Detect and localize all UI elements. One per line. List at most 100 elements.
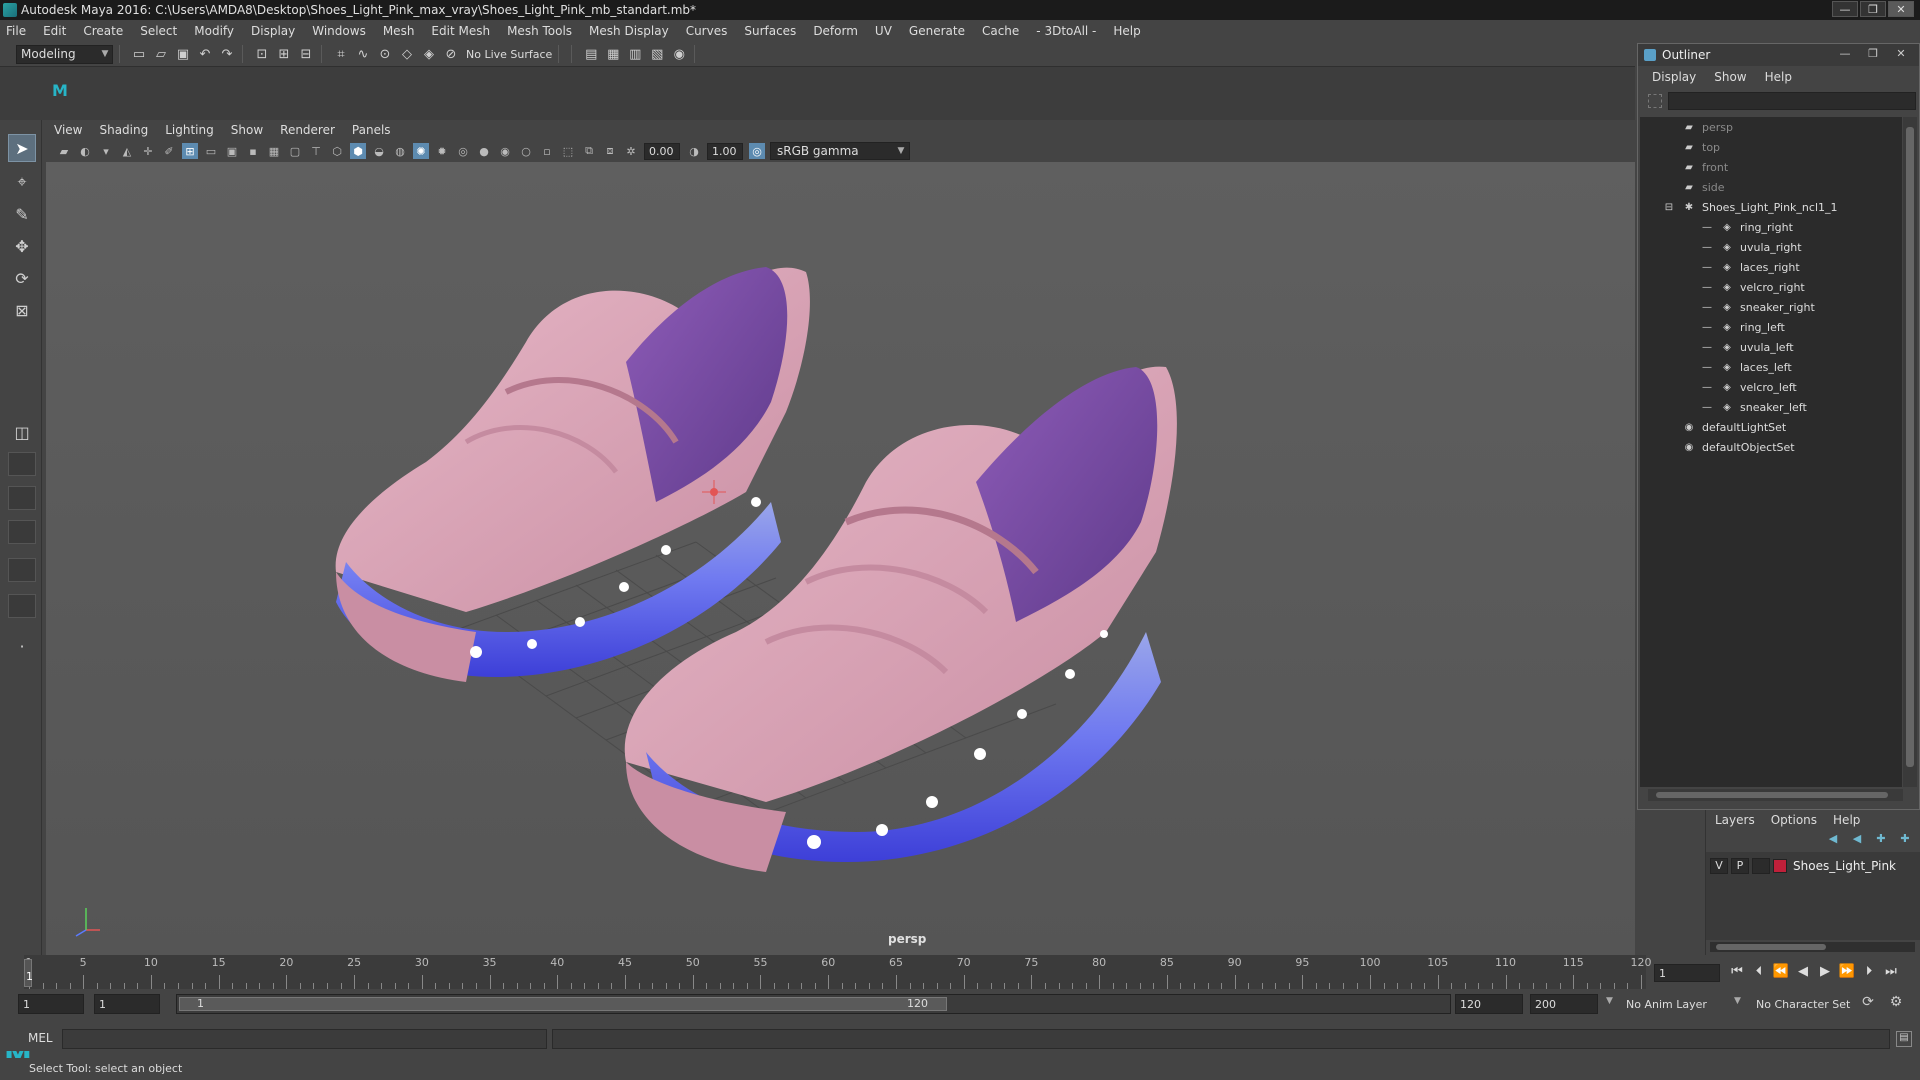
image-plane-icon[interactable]: ◭ bbox=[119, 143, 135, 159]
open-scene-icon[interactable]: ▱ bbox=[152, 45, 170, 63]
shadows-icon[interactable]: ✹ bbox=[434, 143, 450, 159]
panel-menu-renderer[interactable]: Renderer bbox=[280, 123, 335, 137]
playback-end-field[interactable]: 120 bbox=[1455, 994, 1523, 1014]
menu-deform[interactable]: Deform bbox=[813, 24, 858, 38]
menu-display[interactable]: Display bbox=[251, 24, 295, 38]
gate-mask-icon[interactable]: ▪ bbox=[245, 143, 261, 159]
grease-pencil-icon[interactable]: ✐ bbox=[161, 143, 177, 159]
move-tool-icon[interactable]: ✥ bbox=[8, 232, 36, 260]
step-forward-key-icon[interactable]: ⏩ bbox=[1836, 963, 1858, 981]
character-set-select[interactable]: No Character Set bbox=[1752, 994, 1862, 1014]
animation-preferences-icon[interactable]: ⚙ bbox=[1886, 994, 1906, 1014]
render-view-icon[interactable]: ▧ bbox=[648, 45, 666, 63]
hypershade-icon[interactable]: ◉ bbox=[670, 45, 688, 63]
menu-mesh-tools[interactable]: Mesh Tools bbox=[507, 24, 572, 38]
scrollbar-thumb[interactable] bbox=[1656, 792, 1888, 798]
animation-end-field[interactable]: 200 bbox=[1530, 994, 1598, 1014]
panel-menu-lighting[interactable]: Lighting bbox=[165, 123, 214, 137]
grid-icon[interactable]: ⊞ bbox=[182, 143, 198, 159]
outliner-item[interactable]: — ◈ uvula_left bbox=[1700, 337, 1794, 357]
menu-uv[interactable]: UV bbox=[875, 24, 892, 38]
outliner-item[interactable]: ▰ persp bbox=[1682, 117, 1733, 137]
outliner-item[interactable]: ▰ top bbox=[1682, 137, 1720, 157]
menu-help[interactable]: Help bbox=[1113, 24, 1140, 38]
outliner-item[interactable]: — ◈ uvula_right bbox=[1700, 237, 1802, 257]
outliner-item[interactable]: ◉ defaultLightSet bbox=[1682, 417, 1787, 437]
outliner-menu-show[interactable]: Show bbox=[1714, 70, 1746, 84]
outliner-item[interactable]: — ◈ laces_right bbox=[1700, 257, 1800, 277]
outliner-item[interactable]: ▰ front bbox=[1682, 157, 1728, 177]
outliner-item[interactable]: — ◈ sneaker_left bbox=[1700, 397, 1807, 417]
isolate-select-icon[interactable]: ▫ bbox=[539, 143, 555, 159]
go-to-end-icon[interactable]: ⏭ bbox=[1880, 963, 1902, 981]
color-management-icon[interactable]: ◎ bbox=[749, 143, 765, 159]
time-slider-track[interactable]: 1510152025303540455055606570758085909510… bbox=[24, 955, 1652, 989]
render-settings-icon[interactable]: ▤ bbox=[582, 45, 600, 63]
filter-icon[interactable] bbox=[1648, 94, 1662, 108]
outliner-horizontal-scrollbar[interactable] bbox=[1648, 789, 1903, 801]
auto-key-icon[interactable]: ⟳ bbox=[1858, 994, 1878, 1014]
field-chart-icon[interactable]: ▦ bbox=[266, 143, 282, 159]
go-to-start-icon[interactable]: ⏮ bbox=[1726, 963, 1748, 981]
menu-generate[interactable]: Generate bbox=[909, 24, 965, 38]
layer-row[interactable]: V P Shoes_Light_Pink bbox=[1710, 856, 1915, 876]
layer-visibility-toggle[interactable]: V bbox=[1710, 858, 1728, 874]
graph-layout-icon[interactable] bbox=[8, 520, 36, 544]
scrollbar-thumb[interactable] bbox=[1906, 127, 1914, 767]
panel-menu-panels[interactable]: Panels bbox=[352, 123, 391, 137]
ambient-occlusion-icon[interactable]: ◎ bbox=[455, 143, 471, 159]
panel-menu-view[interactable]: View bbox=[54, 123, 82, 137]
new-scene-icon[interactable]: ▭ bbox=[130, 45, 148, 63]
render-frame-icon[interactable]: ▦ bbox=[604, 45, 622, 63]
outliner-menu-help[interactable]: Help bbox=[1765, 70, 1792, 84]
step-back-frame-icon[interactable]: ⏴ bbox=[1748, 963, 1770, 981]
outliner-minimize-button[interactable]: — bbox=[1831, 47, 1859, 61]
outliner-vertical-scrollbar[interactable] bbox=[1903, 117, 1917, 787]
xray-joints-icon[interactable]: ⧉ bbox=[581, 143, 597, 159]
safe-title-icon[interactable]: ⊤ bbox=[308, 143, 324, 159]
outliner-item[interactable]: — ◈ velcro_right bbox=[1700, 277, 1805, 297]
script-editor-icon[interactable]: ▤ bbox=[1896, 1031, 1912, 1047]
lasso-tool-icon[interactable]: ⌖ bbox=[8, 168, 36, 196]
snap-surface-icon[interactable]: ◈ bbox=[420, 45, 438, 63]
scale-tool-icon[interactable]: ⊠ bbox=[8, 296, 36, 324]
layer-name[interactable]: Shoes_Light_Pink bbox=[1793, 859, 1896, 873]
layer-horizontal-scrollbar[interactable] bbox=[1710, 942, 1915, 952]
menu-mesh-display[interactable]: Mesh Display bbox=[589, 24, 669, 38]
outliner-item[interactable]: ⊟ ✱ Shoes_Light_Pink_ncl1_1 bbox=[1662, 197, 1838, 217]
close-button[interactable]: ✕ bbox=[1888, 1, 1914, 17]
playback-start-field[interactable]: 1 bbox=[94, 994, 160, 1014]
outliner-search-input[interactable] bbox=[1668, 92, 1916, 110]
command-language-label[interactable]: MEL bbox=[28, 1031, 53, 1045]
wireframe-icon[interactable]: ⬡ bbox=[329, 143, 345, 159]
live-surface-label[interactable]: No Live Surface bbox=[466, 48, 552, 61]
layer-menu-options[interactable]: Options bbox=[1771, 813, 1817, 827]
safe-action-icon[interactable]: ▢ bbox=[287, 143, 303, 159]
snap-view-plane-icon[interactable]: ◇ bbox=[398, 45, 416, 63]
make-live-icon[interactable]: ⊘ bbox=[442, 45, 460, 63]
move-layer-down-icon[interactable]: ◀ bbox=[1848, 832, 1866, 846]
minimize-button[interactable]: — bbox=[1832, 1, 1858, 17]
menu-file[interactable]: File bbox=[6, 24, 26, 38]
four-view-layout-icon[interactable] bbox=[8, 452, 36, 476]
menu-cache[interactable]: Cache bbox=[982, 24, 1019, 38]
panel-menu-show[interactable]: Show bbox=[231, 123, 263, 137]
exposure-field[interactable]: 0.00 bbox=[644, 142, 680, 160]
outliner-item[interactable]: ▰ side bbox=[1682, 177, 1724, 197]
maya-shelf-icon[interactable]: M bbox=[52, 81, 72, 101]
2d-pan-zoom-icon[interactable]: ✛ bbox=[140, 143, 156, 159]
anim-layer-select[interactable]: No Anim Layer bbox=[1622, 994, 1732, 1014]
view-transform-select[interactable]: sRGB gamma ▼ bbox=[770, 142, 910, 160]
more-layouts-icon[interactable]: · bbox=[8, 632, 36, 660]
select-tool-icon[interactable]: ➤ bbox=[8, 134, 36, 162]
chevron-down-icon[interactable]: ▼ bbox=[1606, 996, 1613, 1006]
snap-point-icon[interactable]: ⊙ bbox=[376, 45, 394, 63]
outliner-close-button[interactable]: ✕ bbox=[1887, 47, 1915, 61]
save-scene-icon[interactable]: ▣ bbox=[174, 45, 192, 63]
single-perspective-layout-icon[interactable]: ◫ bbox=[8, 418, 36, 446]
move-layer-up-icon[interactable]: ◀ bbox=[1824, 832, 1842, 846]
animation-start-field[interactable]: 1 bbox=[18, 994, 84, 1014]
anti-alias-icon[interactable]: ◉ bbox=[497, 143, 513, 159]
snap-curve-icon[interactable]: ∿ bbox=[354, 45, 372, 63]
playback-range-slider[interactable]: 1 120 bbox=[176, 994, 1451, 1014]
